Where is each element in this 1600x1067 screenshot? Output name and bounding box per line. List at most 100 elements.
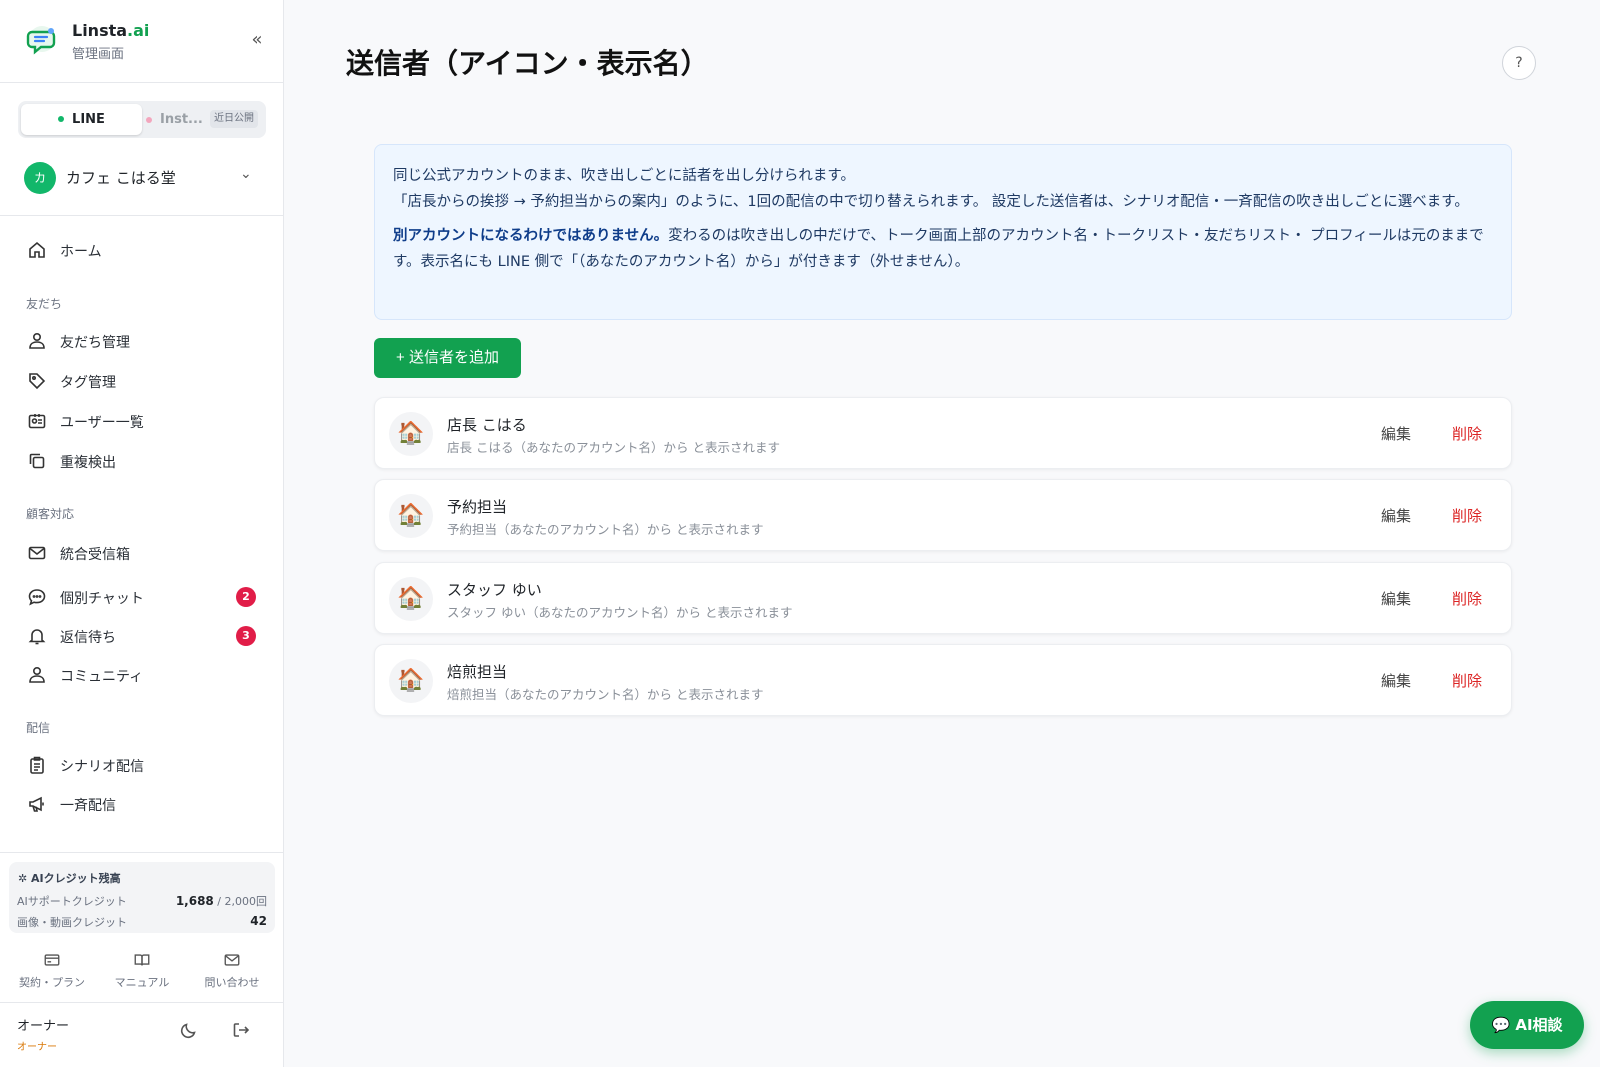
edit-button[interactable]: 編集	[1381, 423, 1411, 444]
sidebar-item-label: 個別チャット	[60, 591, 144, 607]
sidebar-item-label: 返信待ち	[60, 630, 116, 646]
divider	[0, 1002, 284, 1003]
house-icon: 🏠	[389, 659, 433, 703]
mail-icon	[28, 546, 46, 560]
sidebar-item-home[interactable]: ホーム	[24, 233, 264, 267]
bell-icon	[28, 629, 46, 645]
sender-name: 焙煎担当	[447, 663, 508, 681]
nav-section-delivery: 配信	[26, 721, 51, 735]
sidebar-item-broadcast[interactable]: 一斉配信	[24, 787, 264, 821]
channel-tab-line[interactable]: LINE	[21, 104, 142, 135]
collapse-sidebar-icon[interactable]: «	[244, 28, 270, 54]
sidebar-item-waiting[interactable]: 返信待ち 3	[24, 619, 264, 653]
house-icon: 🏠	[389, 412, 433, 456]
waiting-badge: 3	[236, 626, 256, 646]
status-dot-icon	[146, 117, 152, 123]
channel-tab-instagram[interactable]: Inst...	[142, 104, 210, 135]
ai-credit-panel: ✲ AIクレジット残高 AIサポートクレジット 1,688 / 2,000回 画…	[9, 862, 275, 933]
community-icon	[29, 666, 45, 683]
sidebar-item-chat[interactable]: 個別チャット 2	[24, 580, 264, 614]
sidebar: Linsta.ai 管理画面 « LINE Inst... 近日公開 カ カフェ…	[0, 0, 284, 1067]
coming-soon-badge: 近日公開	[210, 110, 258, 128]
brand-name: Linsta.ai	[72, 21, 150, 40]
sidebar-item-label: コミュニティ	[60, 669, 144, 685]
id-card-icon	[28, 414, 46, 429]
chat-bubble-icon	[28, 589, 46, 606]
sender-card: 🏠 焙煎担当 焙煎担当（あなたのアカウント名）から と表示されます 編集 削除	[374, 644, 1512, 716]
logout-button[interactable]	[231, 1020, 255, 1044]
chevron-down-icon: ⌄	[240, 166, 252, 182]
logout-icon	[233, 1023, 250, 1037]
dark-mode-button[interactable]	[179, 1020, 203, 1044]
channel-switch: LINE Inst... 近日公開	[18, 101, 266, 138]
help-button[interactable]: ?	[1502, 46, 1536, 80]
credit-row-media: 画像・動画クレジット 42	[17, 914, 267, 929]
sender-name: スタッフ ゆい	[447, 581, 542, 599]
account-avatar: カ	[24, 162, 56, 194]
sidebar-item-label: ユーザー一覧	[60, 415, 144, 431]
sender-display-note: 店長 こはる（あなたのアカウント名）から と表示されます	[447, 440, 780, 455]
sidebar-item-scenario[interactable]: シナリオ配信	[24, 748, 264, 782]
sidebar-item-label: タグ管理	[60, 375, 116, 391]
house-icon: 🏠	[389, 494, 433, 538]
info-text: 同じ公式アカウントのまま、吹き出しごとに話者を出し分けられます。 「店長からの挨拶…	[393, 168, 1469, 210]
owner-panel: オーナー オーナー	[17, 1012, 267, 1056]
nav-section-support: 顧客対応	[26, 507, 75, 521]
owner-role: オーナー	[17, 1042, 57, 1053]
tag-icon	[29, 373, 46, 390]
delete-button[interactable]: 削除	[1452, 423, 1482, 444]
chat-bubble-icon: 💬	[1491, 1016, 1516, 1034]
plan-link[interactable]: 契約・プラン	[7, 948, 97, 990]
account-name: カフェ こはる堂	[66, 169, 176, 187]
mail-icon	[224, 954, 240, 966]
edit-button[interactable]: 編集	[1381, 670, 1411, 691]
unread-badge: 2	[236, 587, 256, 607]
edit-button[interactable]: 編集	[1381, 505, 1411, 526]
users-icon	[29, 332, 45, 349]
sidebar-item-inbox[interactable]: 統合受信箱	[24, 536, 264, 570]
sidebar-item-label: シナリオ配信	[60, 759, 144, 775]
linsta-logo-icon	[26, 26, 56, 55]
sender-card: 🏠 スタッフ ゆい スタッフ ゆい（あなたのアカウント名）から と表示されます …	[374, 562, 1512, 634]
sidebar-item-friends[interactable]: 友だち管理	[24, 324, 264, 358]
sidebar-item-duplicates[interactable]: 重複検出	[24, 444, 264, 478]
sidebar-item-label: 重複検出	[60, 455, 116, 471]
sidebar-item-label: 統合受信箱	[60, 547, 130, 563]
owner-name: オーナー	[17, 1019, 70, 1034]
nav-section-friends: 友だち	[26, 297, 63, 311]
copy-icon	[29, 453, 45, 469]
edit-button[interactable]: 編集	[1381, 588, 1411, 609]
sidebar-item-community[interactable]: コミュニティ	[24, 658, 264, 692]
sender-name: 店長 こはる	[447, 416, 527, 434]
brand[interactable]: Linsta.ai 管理画面	[24, 18, 264, 66]
footer-links: 契約・プラン マニュアル 問い合わせ	[0, 948, 284, 990]
credit-card-icon	[44, 954, 60, 966]
sidebar-item-tags[interactable]: タグ管理	[24, 364, 264, 398]
contact-link[interactable]: 問い合わせ	[187, 948, 277, 990]
sender-display-note: スタッフ ゆい（あなたのアカウント名）から と表示されます	[447, 605, 793, 620]
clipboard-list-icon	[30, 756, 44, 774]
book-icon	[134, 954, 150, 966]
ai-consult-button[interactable]: 💬 AI相談	[1470, 1001, 1584, 1049]
sidebar-nav: ホーム 友だち 友だち管理 タグ管理 ユーザー一覧 重複検出 顧客対応 統合受信…	[0, 230, 284, 852]
sender-card: 🏠 予約担当 予約担当（あなたのアカウント名）から と表示されます 編集 削除	[374, 479, 1512, 551]
sidebar-item-users[interactable]: ユーザー一覧	[24, 404, 264, 438]
sender-display-note: 焙煎担当（あなたのアカウント名）から と表示されます	[447, 687, 764, 702]
account-selector[interactable]: カ カフェ こはる堂 ⌄	[24, 160, 264, 194]
sender-name: 予約担当	[447, 498, 508, 516]
brand-subtitle: 管理画面	[72, 47, 125, 62]
status-dot-icon	[58, 115, 65, 122]
delete-button[interactable]: 削除	[1452, 670, 1482, 691]
manual-link[interactable]: マニュアル	[97, 948, 187, 990]
sidebar-item-label: 友だち管理	[60, 335, 130, 351]
delete-button[interactable]: 削除	[1452, 505, 1482, 526]
add-sender-button[interactable]: + 送信者を追加	[374, 338, 521, 378]
divider	[0, 215, 284, 216]
credit-title: ✲ AIクレジット残高	[18, 872, 121, 885]
divider	[0, 82, 284, 83]
sender-display-note: 予約担当（あなたのアカウント名）から と表示されます	[447, 522, 764, 537]
megaphone-icon	[29, 796, 44, 812]
info-box: 同じ公式アカウントのまま、吹き出しごとに話者を出し分けられます。 「店長からの挨拶…	[374, 144, 1512, 320]
delete-button[interactable]: 削除	[1452, 588, 1482, 609]
house-icon: 🏠	[389, 577, 433, 621]
